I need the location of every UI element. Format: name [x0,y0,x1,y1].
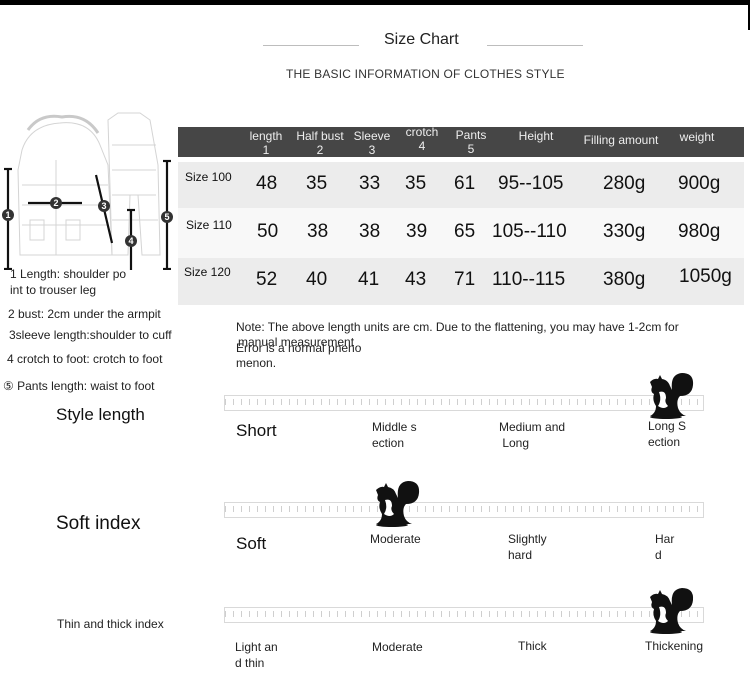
cell-height: 105--110 [492,221,567,242]
scale-label: Thickening [645,639,704,653]
squirrel-indicator-icon [650,373,694,419]
scale-title-soft-index: Soft index [56,513,141,534]
cell-crotch: 43 [405,269,427,290]
cell-half-bust: 38 [307,221,329,242]
table-row: Size 120 52 40 41 43 71 110--115 380g 10… [178,258,744,305]
svg-text:3: 3 [101,201,106,211]
cell-sleeve: 33 [359,173,381,194]
scale-label: Har d [655,532,675,562]
cell-sleeve: 38 [359,221,381,242]
legend-crotch: 4 crotch to foot: crotch to foot [7,352,163,366]
size-label: Size 100 [185,170,232,184]
col-header-height: Height [518,129,554,143]
scale-label: Soft [236,534,267,553]
svg-text:1: 1 [5,210,10,220]
thickness-ruler [224,607,704,623]
cell-length: 52 [256,269,278,290]
scale-label: Slightly hard [508,532,547,562]
cell-height: 95--105 [498,173,564,194]
scale-label: Moderate [372,640,423,654]
col-header-sleeve: Sleeve 3 [353,129,391,157]
scale-label: Thick [518,639,547,653]
page-title: Size Chart [384,31,459,48]
page-subtitle: THE BASIC INFORMATION OF CLOTHES STYLE [286,67,565,81]
cell-crotch: 35 [405,173,427,194]
col-header-filling-amount: Filling amount [583,133,659,147]
cell-sleeve: 41 [358,269,380,290]
cell-filling: 380g [603,269,646,290]
cell-filling: 280g [603,173,646,194]
cell-height: 110--115 [492,269,566,290]
size-label: Size 110 [186,218,232,232]
cell-weight: 900g [678,173,721,194]
top-border [0,0,750,5]
cell-half-bust: 40 [306,269,328,290]
cell-length: 48 [256,173,278,194]
measurement-note: Note: The above length units are cm. Due… [236,320,679,370]
cell-weight: 1050g [679,266,732,287]
scale-label: Middle s ection [372,420,417,450]
cell-length: 50 [257,221,279,242]
scale-title-thin-thick-index: Thin and thick index [57,617,164,631]
size-table-header: length 1 Half bust 2 Sleeve 3 crotch 4 Pants… [178,125,744,157]
cell-half-bust: 35 [306,173,328,194]
cell-weight: 980g [678,221,721,242]
legend-bust: 2 bust: 2cm under the armpit [8,307,161,321]
cell-pants: 71 [454,269,476,290]
table-row: Size 100 48 35 33 35 61 95--105 280g 900… [178,162,744,208]
table-row: Size 110 50 38 38 39 65 105--110 330g 98… [178,208,744,258]
title-divider-right [487,45,583,46]
col-header-half-bust: Half bust 2 [296,129,344,157]
legend-length: 1 Length: shoulder po int to trouser leg [10,267,127,297]
legend-pants: ⑤ Pants length: waist to foot [3,379,155,393]
cell-filling: 330g [603,221,646,242]
col-header-pants: Pants 5 [455,128,487,156]
squirrel-indicator-icon [376,481,420,527]
svg-text:4: 4 [128,236,133,246]
garment-illustration: 1 2 3 4 5 [2,112,173,270]
style-length-ruler [224,395,704,411]
scale-label: Light an d thin [235,640,278,670]
col-header-length: length 1 [249,129,283,157]
scale-label: Short [236,421,277,440]
scale-label: Long S ection [648,419,687,449]
squirrel-indicator-icon [650,588,694,634]
cell-pants: 65 [454,221,476,242]
legend-sleeve: 3sleeve length:shoulder to cuff [9,328,172,342]
cell-crotch: 39 [406,221,428,242]
scale-label: Moderate [370,532,421,546]
scale-title-style-length: Style length [56,405,145,424]
svg-text:5: 5 [164,212,169,222]
cell-pants: 61 [454,173,476,194]
scale-label: Medium and Long [499,420,566,450]
title-divider-left [263,45,359,46]
svg-text:2: 2 [53,198,58,208]
col-header-weight: weight [679,130,715,144]
soft-index-ruler [224,502,704,518]
col-header-crotch: crotch 4 [405,125,439,153]
size-label: Size 120 [184,265,231,279]
